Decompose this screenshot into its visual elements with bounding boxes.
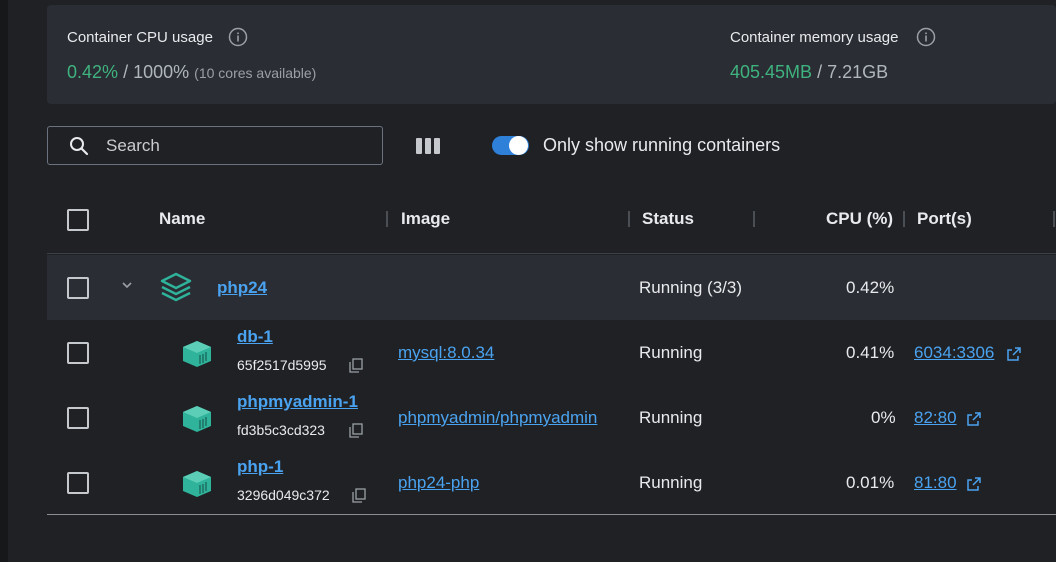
cpu-total: 1000% xyxy=(133,62,190,82)
table-row[interactable]: php-1 3296d049c372 php24-php Running 0.0… xyxy=(47,450,1056,515)
search-input[interactable] xyxy=(106,134,366,158)
group-status: Running (3/3) xyxy=(639,278,743,297)
container-icon xyxy=(181,405,213,433)
column-divider[interactable] xyxy=(1053,211,1055,227)
container-cpu: 0.01% xyxy=(846,473,895,492)
copy-icon[interactable] xyxy=(349,358,363,373)
image-link[interactable]: phpmyadmin/phpmyadmin xyxy=(398,408,597,428)
table-row[interactable]: phpmyadmin-1 fd3b5c3cd323 phpmyadmin/php… xyxy=(47,385,1056,450)
column-header-name[interactable]: Name xyxy=(159,209,205,229)
container-icon xyxy=(181,470,213,498)
info-icon[interactable] xyxy=(228,27,248,47)
row-checkbox[interactable] xyxy=(67,472,89,494)
cpu-cores-note: (10 cores available) xyxy=(194,65,317,81)
external-link-icon[interactable] xyxy=(967,412,981,426)
row-checkbox[interactable] xyxy=(67,407,89,429)
container-cpu: 0.41% xyxy=(846,343,895,362)
row-checkbox[interactable] xyxy=(67,277,89,299)
cpu-separator: / xyxy=(123,62,129,82)
stack-icon xyxy=(160,272,192,302)
compose-group-row[interactable]: php24 Running (3/3) 0.42% xyxy=(47,255,1056,320)
container-cpu: 0% xyxy=(871,408,896,427)
memory-usage-title: Container memory usage xyxy=(730,29,899,46)
running-only-toggle[interactable] xyxy=(492,136,529,155)
running-only-label: Only show running containers xyxy=(543,135,781,155)
container-status: Running xyxy=(639,473,703,492)
container-status: Running xyxy=(639,343,703,362)
table-row[interactable]: db-1 65f2517d5995 mysql:8.0.34 Running 0… xyxy=(47,320,1056,385)
cpu-used: 0.42% xyxy=(67,62,119,82)
row-checkbox[interactable] xyxy=(67,342,89,364)
column-header-status[interactable]: Status xyxy=(642,209,694,229)
external-link-icon[interactable] xyxy=(1007,347,1021,361)
cpu-usage-value: 0.42% / 1000% (10 cores available) xyxy=(67,62,316,83)
image-link[interactable]: mysql:8.0.34 xyxy=(398,343,494,363)
port-link[interactable]: 81:80 xyxy=(914,473,957,493)
container-name-link[interactable]: php-1 xyxy=(237,457,283,477)
container-icon xyxy=(181,340,213,368)
container-name-link[interactable]: phpmyadmin-1 xyxy=(237,392,358,412)
memory-total: 7.21GB xyxy=(827,62,889,82)
column-divider[interactable] xyxy=(753,211,755,227)
cpu-usage-title: Container CPU usage xyxy=(67,29,213,46)
column-divider[interactable] xyxy=(628,211,630,227)
copy-icon[interactable] xyxy=(349,423,363,438)
column-divider[interactable] xyxy=(903,211,905,227)
port-link[interactable]: 6034:3306 xyxy=(914,343,994,363)
port-link[interactable]: 82:80 xyxy=(914,408,957,428)
column-divider[interactable] xyxy=(386,211,388,227)
memory-usage-value: 405.45MB / 7.21GB xyxy=(730,62,888,83)
copy-icon[interactable] xyxy=(352,488,366,503)
stats-card: Container CPU usage 0.42% / 1000% (10 co… xyxy=(47,5,1056,104)
container-id: fd3b5c3cd323 xyxy=(237,422,325,438)
external-link-icon[interactable] xyxy=(967,477,981,491)
select-all-checkbox[interactable] xyxy=(67,209,89,231)
container-name-link[interactable]: db-1 xyxy=(237,327,273,347)
container-status: Running xyxy=(639,408,703,427)
chevron-down-icon[interactable] xyxy=(120,278,134,292)
columns-icon[interactable] xyxy=(415,136,441,156)
image-link[interactable]: php24-php xyxy=(398,473,479,493)
table-bottom-border xyxy=(47,514,1056,515)
group-cpu: 0.42% xyxy=(846,278,895,297)
column-header-ports[interactable]: Port(s) xyxy=(917,209,972,229)
memory-used: 405.45MB xyxy=(730,62,813,82)
column-header-cpu[interactable]: CPU (%) xyxy=(826,209,893,229)
group-name-link[interactable]: php24 xyxy=(217,278,267,298)
search-icon xyxy=(69,136,89,156)
table-header: Name Image Status CPU (%) Port(s) xyxy=(47,188,1056,254)
memory-separator: / xyxy=(817,62,823,82)
toggle-knob xyxy=(509,136,528,155)
info-icon[interactable] xyxy=(916,27,936,47)
left-rail xyxy=(0,0,8,562)
search-box[interactable] xyxy=(47,126,383,165)
container-id: 3296d049c372 xyxy=(237,487,330,503)
container-id: 65f2517d5995 xyxy=(237,357,327,373)
column-header-image[interactable]: Image xyxy=(401,209,450,229)
